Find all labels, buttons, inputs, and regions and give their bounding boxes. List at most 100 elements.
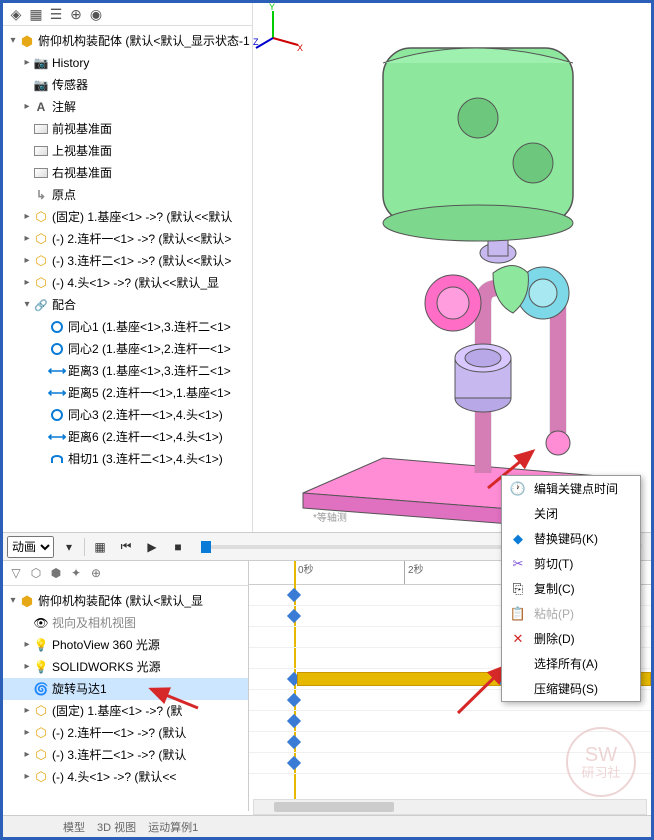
expander-icon[interactable]: ▸ (21, 251, 33, 271)
mate-node[interactable]: 距离6 (2.连杆一<1>,4.头<1>) (68, 427, 223, 447)
swlight-node[interactable]: SOLIDWORKS 光源 (52, 657, 161, 677)
expander-icon[interactable]: ▾ (7, 31, 19, 51)
tool-icon[interactable]: ⬡ (27, 564, 45, 582)
feature-tree[interactable]: ▾⬢俯仰机构装配体 (默认<默认_显示状态-1 ▸History 传感器 ▸注解… (3, 26, 252, 474)
tangent-icon (49, 451, 65, 467)
mate-node[interactable]: 距离5 (2.连杆一<1>,1.基座<1> (68, 383, 231, 403)
horizontal-scrollbar[interactable] (253, 799, 647, 815)
part-node[interactable]: (-) 3.连杆二<1> ->? (默认 (52, 745, 186, 765)
mate-node[interactable]: 同心3 (2.连杆一<1>,4.头<1>) (68, 405, 223, 425)
mates-node[interactable]: 配合 (52, 295, 76, 315)
expander-icon[interactable]: ▸ (21, 745, 33, 765)
part-node[interactable]: (固定) 1.基座<1> ->? (默认<<默认 (52, 207, 232, 227)
keyframe[interactable] (287, 756, 301, 770)
plane-front[interactable]: 前视基准面 (52, 119, 112, 139)
expander-icon[interactable]: ▸ (21, 229, 33, 249)
expander-icon[interactable]: ▸ (21, 701, 33, 721)
filter-icon[interactable]: ▽ (7, 564, 25, 582)
tool-icon[interactable]: ⬢ (47, 564, 65, 582)
tree-tab-icon[interactable]: ◈ (7, 5, 25, 23)
bottom-tabs: 模型 3D 视图 运动算例1 (3, 815, 651, 837)
part-node[interactable]: (-) 4.头<1> ->? (默认<<默认_显 (52, 273, 219, 293)
paste-icon: 📋 (510, 606, 526, 622)
keyframe[interactable] (287, 735, 301, 749)
plane-right[interactable]: 右视基准面 (52, 163, 112, 183)
expander-icon[interactable]: ▾ (7, 591, 19, 611)
motion-tree-panel: ▽ ⬡ ⬢ ✦ ⊕ ▾⬢俯仰机构装配体 (默认<默认_显 👁视向及相机视图 ▸💡… (3, 561, 249, 811)
menu-copy[interactable]: ⎘复制(C) (502, 576, 640, 601)
expander-icon[interactable]: ▸ (21, 723, 33, 743)
mate-node[interactable]: 距离3 (1.基座<1>,3.连杆二<1> (68, 361, 231, 381)
expander-icon[interactable]: ▸ (21, 273, 33, 293)
light-icon: 💡 (33, 659, 49, 675)
menu-delete[interactable]: ✕删除(D) (502, 626, 640, 651)
play-start-icon[interactable]: ⏮ (115, 536, 137, 558)
expander-icon[interactable]: ▸ (21, 767, 33, 787)
part-node[interactable]: (-) 3.连杆二<1> ->? (默认<<默认> (52, 251, 231, 271)
menu-compress-key[interactable]: 压缩键码(S) (502, 676, 640, 701)
pv360-node[interactable]: PhotoView 360 光源 (52, 635, 160, 655)
tab-motion-study[interactable]: 运动算例1 (148, 819, 198, 835)
motor-node[interactable]: 旋转马达1 (52, 679, 107, 699)
tool-icon[interactable]: ⊕ (87, 564, 105, 582)
mate-node[interactable]: 同心1 (1.基座<1>,3.连杆二<1> (68, 317, 231, 337)
part-icon: ⬡ (33, 275, 49, 291)
context-menu: 🕐编辑关键点时间 关闭 ◆替换键码(K) ✂剪切(T) ⎘复制(C) 📋粘帖(P… (501, 475, 641, 702)
model-render (253, 3, 653, 533)
tree-tab-icon[interactable]: ☰ (47, 5, 65, 23)
mate-node[interactable]: 相切1 (3.连杆二<1>,4.头<1>) (68, 449, 223, 469)
expander-icon[interactable]: ▾ (21, 295, 33, 315)
part-node[interactable]: (-) 4.头<1> ->? (默认<< (52, 767, 176, 787)
keyframe[interactable] (287, 693, 301, 707)
tab-model[interactable]: 模型 (63, 819, 85, 835)
part-icon: ⬡ (33, 231, 49, 247)
calc-icon[interactable]: ▦ (89, 536, 111, 558)
note-icon (33, 99, 49, 115)
part-node[interactable]: (-) 2.连杆一<1> ->? (默认<<默认> (52, 229, 231, 249)
motion-root[interactable]: 俯仰机构装配体 (默认<默认_显 (38, 591, 203, 611)
mate-node[interactable]: 同心2 (1.基座<1>,2.连杆一<1> (68, 339, 231, 359)
3d-viewport[interactable]: Y X Z *等轴测 (253, 3, 651, 532)
sensors-node[interactable]: 传感器 (52, 75, 88, 95)
plane-top[interactable]: 上视基准面 (52, 141, 112, 161)
plane-icon (33, 143, 49, 159)
part-node[interactable]: (固定) 1.基座<1> ->? (默 (52, 701, 182, 721)
tree-toolbar: ◈ ▦ ☰ ⊕ ◉ (3, 3, 252, 26)
origin-node[interactable]: 原点 (52, 185, 76, 205)
keyframe[interactable] (287, 609, 301, 623)
tab-3dview[interactable]: 3D 视图 (97, 819, 136, 835)
play-icon[interactable]: ▶ (141, 536, 163, 558)
watermark: SW研习社 (566, 727, 636, 797)
keyframe[interactable] (287, 714, 301, 728)
menu-replace-key[interactable]: ◆替换键码(K) (502, 526, 640, 551)
keyframe[interactable] (287, 588, 301, 602)
expander-icon[interactable]: ▸ (21, 53, 33, 73)
distance-icon (49, 429, 65, 445)
study-type-dropdown[interactable]: 动画 (7, 536, 54, 558)
tree-tab-icon[interactable]: ⊕ (67, 5, 85, 23)
tree-root[interactable]: 俯仰机构装配体 (默认<默认_显示状态-1 (38, 31, 250, 51)
motor-icon: 🌀 (33, 681, 49, 697)
plane-icon (33, 121, 49, 137)
copy-icon: ⎘ (510, 581, 526, 597)
menu-select-all[interactable]: 选择所有(A) (502, 651, 640, 676)
menu-close[interactable]: 关闭 (502, 501, 640, 526)
expander-icon[interactable]: ▸ (21, 657, 33, 677)
stop-icon[interactable]: ■ (167, 536, 189, 558)
view-cam-node[interactable]: 视向及相机视图 (52, 613, 136, 633)
expander-icon[interactable]: ▸ (21, 635, 33, 655)
tool-icon[interactable]: ✦ (67, 564, 85, 582)
menu-cut[interactable]: ✂剪切(T) (502, 551, 640, 576)
dropdown-arrow-icon[interactable]: ▾ (58, 536, 80, 558)
part-icon: ⬡ (33, 209, 49, 225)
tree-tab-icon[interactable]: ▦ (27, 5, 45, 23)
part-node[interactable]: (-) 2.连杆一<1> ->? (默认 (52, 723, 186, 743)
history-node[interactable]: History (52, 53, 89, 73)
tree-tab-icon[interactable]: ◉ (87, 5, 105, 23)
expander-icon[interactable]: ▸ (21, 207, 33, 227)
menu-edit-key-time[interactable]: 🕐编辑关键点时间 (502, 476, 640, 501)
menu-paste: 📋粘帖(P) (502, 601, 640, 626)
notes-node[interactable]: 注解 (52, 97, 76, 117)
ruler-tick: 2秒 (404, 561, 424, 584)
expander-icon[interactable]: ▸ (21, 97, 33, 117)
